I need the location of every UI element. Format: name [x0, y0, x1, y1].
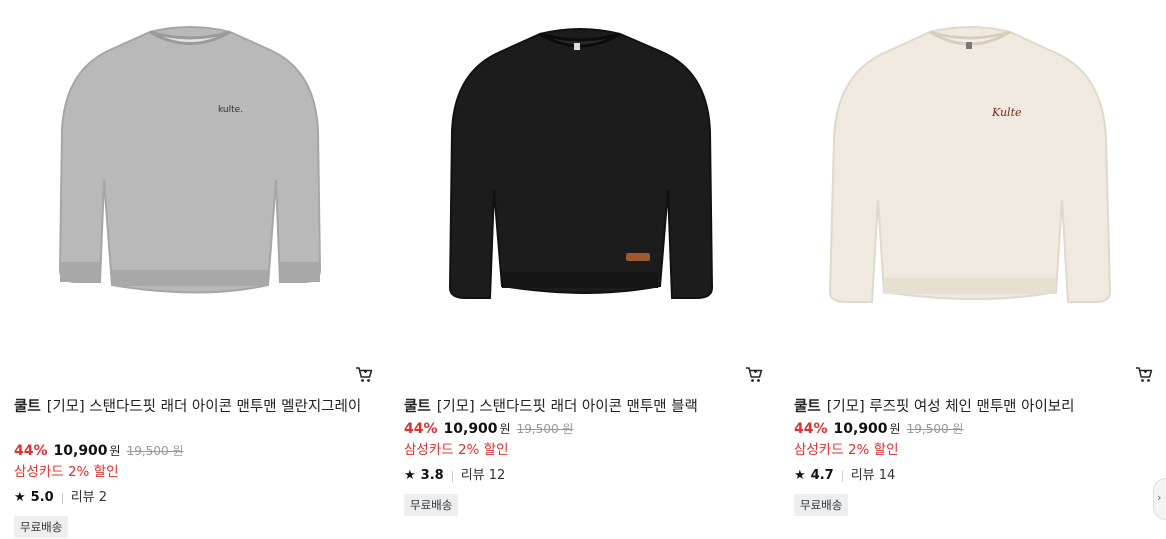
chevron-right-icon: › [1157, 491, 1162, 504]
cart-icon [746, 367, 763, 382]
product-image[interactable]: kulte. [0, 0, 370, 345]
brand-name[interactable]: 쿨트 [14, 399, 41, 415]
product-info: 44% 10,900 원 19,500 원 삼성카드 2% 할인 ★ 4.7 리뷰 1… [794, 418, 1150, 516]
add-to-cart-button[interactable] [744, 365, 764, 385]
rating-row: ★ 4.7 리뷰 14 [794, 466, 1150, 486]
discount-rate: 44% [794, 421, 828, 437]
discount-rate: 44% [14, 443, 48, 459]
product-info: 44% 10,900 원 19,500 원 삼성카드 2% 할인 ★ 3.8 리뷰 1… [404, 418, 760, 516]
free-shipping-badge: 무료배송 [14, 516, 69, 538]
review-count[interactable]: 리뷰 14 [851, 466, 896, 486]
product-info: 44% 10,900 원 19,500 원 삼성카드 2% 할인 ★ 5.0 리뷰 2… [14, 440, 370, 538]
review-count[interactable]: 리뷰 2 [71, 488, 107, 508]
product-title[interactable]: 쿨트 [기모] 스탠다드핏 래더 아이콘 맨투맨 멜란지그레이 [14, 396, 366, 418]
rating-row: ★ 3.8 리뷰 12 [404, 466, 760, 486]
product-card[interactable]: kulte. 쿨트 [기모] 스탠다드핏 래더 아이콘 맨투맨 멜란지그레이 44… [0, 0, 373, 539]
card-discount: 삼성카드 2% 할인 [14, 464, 119, 480]
currency-unit: 원 [889, 422, 901, 436]
card-discount: 삼성카드 2% 할인 [794, 442, 899, 458]
brand-name[interactable]: 쿨트 [794, 399, 821, 415]
sweatshirt-black-image [448, 28, 714, 299]
add-to-cart-button[interactable] [1134, 365, 1154, 385]
sale-price: 10,900 [443, 421, 498, 437]
price-row: 44% 10,900 원 19,500 원 [794, 418, 1150, 440]
cart-icon [1136, 367, 1153, 382]
review-count[interactable]: 리뷰 12 [461, 466, 506, 486]
star-icon: ★ [404, 468, 416, 483]
product-image[interactable]: Kulte [780, 0, 1150, 345]
product-name[interactable]: [기모] 루즈핏 여성 체인 맨투맨 아이보리 [827, 399, 1075, 415]
original-price: 19,500 원 [516, 422, 574, 436]
card-discount: 삼성카드 2% 할인 [404, 442, 509, 458]
carousel-next-button[interactable]: › [1153, 478, 1166, 520]
product-card[interactable]: 쿨트 [기모] 스탠다드핏 래더 아이콘 맨투맨 블랙 44% 10,900 원 19,… [390, 0, 763, 539]
star-icon: ★ [14, 490, 26, 505]
currency-unit: 원 [109, 444, 121, 458]
product-grid: kulte. 쿨트 [기모] 스탠다드핏 래더 아이콘 맨투맨 멜란지그레이 44… [0, 0, 1166, 539]
rating-score: 4.7 [810, 468, 834, 483]
product-card[interactable]: Kulte 쿨트 [기모] 루즈핏 여성 체인 맨투맨 아이보리 44% 10,90… [780, 0, 1153, 539]
svg-text:kulte.: kulte. [218, 105, 243, 115]
sale-price: 10,900 [833, 421, 888, 437]
free-shipping-badge: 무료배송 [404, 494, 459, 516]
svg-text:Kulte: Kulte [991, 106, 1022, 119]
price-row: 44% 10,900 원 19,500 원 [14, 440, 370, 462]
rating-score: 5.0 [30, 490, 54, 505]
product-title[interactable]: 쿨트 [기모] 루즈핏 여성 체인 맨투맨 아이보리 [794, 396, 1146, 418]
product-name[interactable]: [기모] 스탠다드핏 래더 아이콘 맨투맨 멜란지그레이 [47, 399, 362, 415]
product-image[interactable] [390, 0, 760, 345]
star-icon: ★ [794, 468, 806, 483]
divider [841, 470, 843, 482]
rating-score: 3.8 [420, 468, 444, 483]
product-name[interactable]: [기모] 스탠다드핏 래더 아이콘 맨투맨 블랙 [437, 399, 698, 415]
add-to-cart-button[interactable] [354, 365, 374, 385]
divider [451, 470, 453, 482]
sweatshirt-gray-image: kulte. [58, 26, 322, 294]
discount-rate: 44% [404, 421, 438, 437]
product-title[interactable]: 쿨트 [기모] 스탠다드핏 래더 아이콘 맨투맨 블랙 [404, 396, 756, 418]
original-price: 19,500 원 [906, 422, 964, 436]
divider [61, 492, 63, 504]
free-shipping-badge: 무료배송 [794, 494, 849, 516]
price-row: 44% 10,900 원 19,500 원 [404, 418, 760, 440]
original-price: 19,500 원 [126, 444, 184, 458]
rating-row: ★ 5.0 리뷰 2 [14, 488, 370, 508]
sweatshirt-ivory-image: Kulte [828, 26, 1112, 303]
brand-name[interactable]: 쿨트 [404, 399, 431, 415]
currency-unit: 원 [499, 422, 511, 436]
cart-icon [356, 367, 373, 382]
sale-price: 10,900 [53, 443, 108, 459]
